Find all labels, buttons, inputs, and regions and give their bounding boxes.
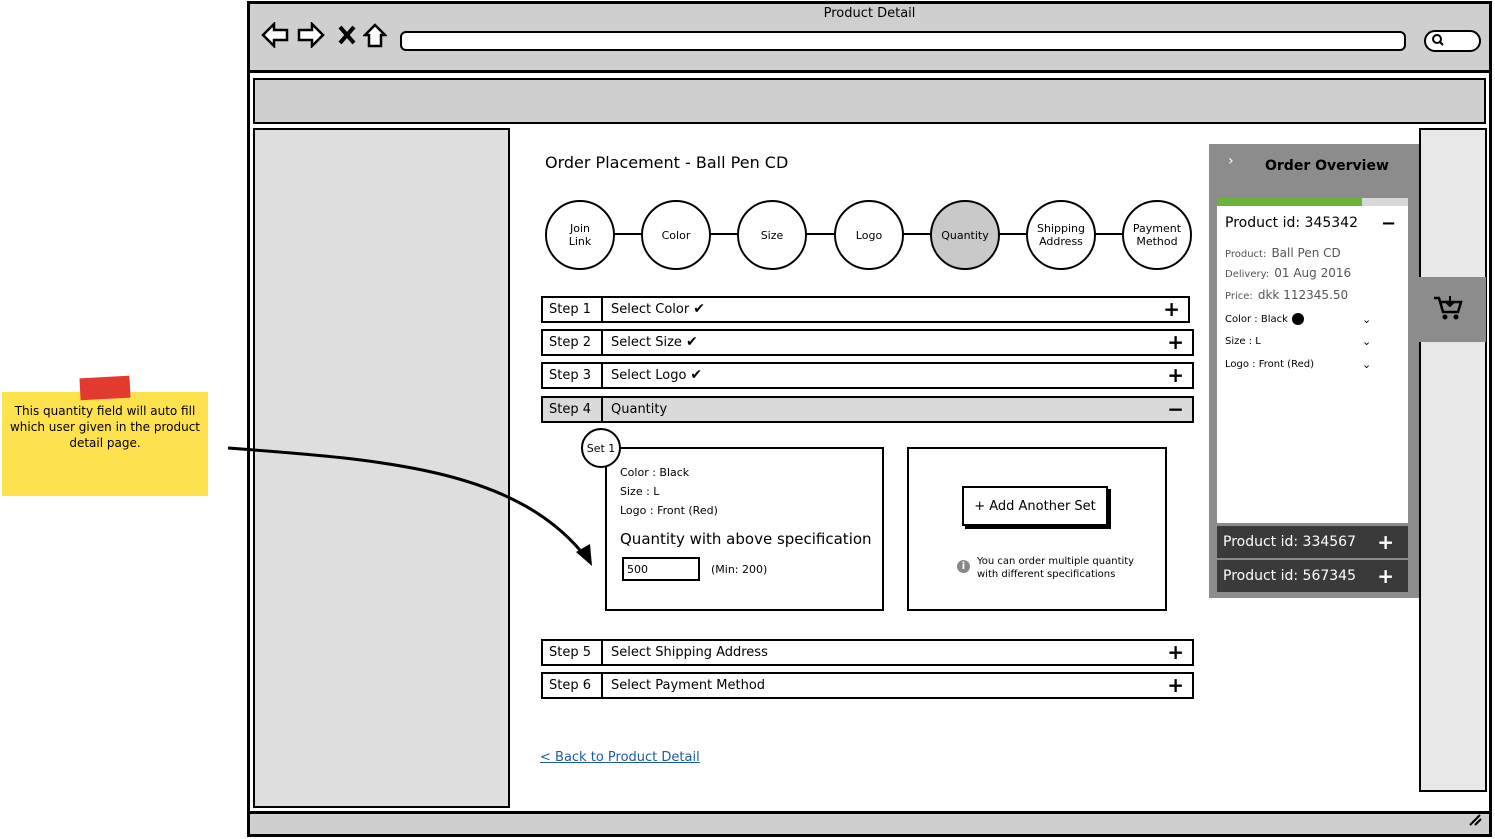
product-id: Product id: 345342: [1225, 215, 1358, 231]
cart-icon: [1432, 294, 1464, 326]
set-size: Size : L: [620, 485, 660, 498]
set-logo: Logo : Front (Red): [620, 504, 718, 517]
step-label: Quantity: [611, 402, 668, 417]
step-label: Select Payment Method: [611, 678, 766, 693]
stepper-color[interactable]: Color: [641, 200, 711, 270]
add-set-card: [907, 447, 1167, 611]
back-to-product-link[interactable]: < Back to Product Detail: [540, 750, 700, 765]
add-another-set-button[interactable]: + Add Another Set: [962, 486, 1108, 526]
product-row: Product: Ball Pen CD: [1225, 242, 1341, 261]
collapse-minus-icon[interactable]: −: [1167, 396, 1184, 422]
step-2-row[interactable]: Step 2 Select Size ✔ +: [541, 329, 1194, 356]
chevron-right-icon[interactable]: ›: [1228, 153, 1234, 169]
step-number: Step 6: [543, 674, 603, 697]
page-title: Order Placement - Ball Pen CD: [545, 153, 789, 172]
quantity-title: Quantity with above specification: [620, 530, 872, 548]
step-number: Step 4: [543, 398, 603, 421]
color-swatch: [1291, 313, 1304, 325]
stepper-connector: [1095, 233, 1123, 235]
expand-plus-icon[interactable]: +: [1167, 672, 1184, 698]
min-quantity-label: (Min: 200): [711, 563, 768, 576]
checkmark-icon: ✔: [693, 301, 705, 317]
collapse-minus-icon[interactable]: −: [1381, 213, 1396, 234]
expand-plus-icon[interactable]: +: [1377, 560, 1394, 592]
step-3-row[interactable]: Step 3 Select Logo ✔ +: [541, 362, 1194, 389]
delivery-label: Delivery:: [1225, 269, 1270, 280]
stepper-connector: [806, 233, 835, 235]
delivery-value: 01 Aug 2016: [1274, 266, 1352, 280]
order-overview-title: Order Overview: [1265, 158, 1389, 174]
price-value: dkk 112345.50: [1257, 288, 1349, 302]
step-label: Select Color: [611, 302, 690, 317]
stepper-join-link[interactable]: Join Link: [545, 200, 615, 270]
step-4-row[interactable]: Step 4 Quantity −: [541, 396, 1194, 423]
set-color: Color : Black: [620, 466, 690, 479]
overview-logo-option[interactable]: Logo : Front (Red): [1225, 359, 1314, 370]
expand-plus-icon[interactable]: +: [1377, 526, 1394, 558]
stepper-size[interactable]: Size: [737, 200, 807, 270]
step-label: Select Size: [611, 335, 682, 350]
overview-color-option[interactable]: Color : Black: [1225, 313, 1304, 325]
step-1-row[interactable]: Step 1 Select Color ✔ +: [541, 296, 1190, 323]
step-5-row[interactable]: Step 5 Select Shipping Address +: [541, 639, 1194, 666]
step-label: Select Logo: [611, 368, 687, 383]
price-label: Price:: [1225, 291, 1253, 302]
stepper-quantity[interactable]: Quantity: [930, 200, 1000, 270]
step-6-row[interactable]: Step 6 Select Payment Method +: [541, 672, 1194, 699]
stepper-shipping-address[interactable]: Shipping Address: [1026, 200, 1096, 270]
product-collapsed-row[interactable]: Product id: 334567 +: [1217, 526, 1408, 558]
overview-size-option[interactable]: Size : L: [1225, 336, 1261, 347]
progress-bar: [1217, 198, 1363, 206]
set-badge: Set 1: [581, 428, 621, 468]
quantity-input[interactable]: [622, 557, 700, 581]
step-label: Select Shipping Address: [611, 645, 768, 660]
stepper-connector: [614, 233, 642, 235]
chevron-down-icon[interactable]: ⌄: [1362, 335, 1371, 348]
expand-plus-icon[interactable]: +: [1167, 329, 1184, 355]
expand-plus-icon[interactable]: +: [1167, 639, 1184, 665]
expand-plus-icon[interactable]: +: [1163, 296, 1180, 322]
product-id: Product id: 334567: [1223, 534, 1356, 550]
stepper-connector: [999, 233, 1028, 235]
info-icon: i: [957, 560, 970, 573]
chevron-down-icon[interactable]: ⌄: [1362, 313, 1371, 326]
stepper-logo[interactable]: Logo: [834, 200, 904, 270]
step-number: Step 5: [543, 641, 603, 664]
product-value: Ball Pen CD: [1271, 246, 1341, 260]
step-number: Step 3: [543, 364, 603, 387]
cart-button[interactable]: [1410, 277, 1486, 342]
price-row: Price: dkk 112345.50: [1225, 284, 1348, 303]
delivery-row: Delivery: 01 Aug 2016: [1225, 262, 1351, 281]
checkmark-icon: ✔: [685, 334, 698, 350]
product-id: Product id: 567345: [1223, 568, 1356, 584]
stepper-connector: [903, 233, 931, 235]
product-label: Product:: [1225, 249, 1267, 260]
checkmark-icon: ✔: [690, 367, 703, 383]
chevron-down-icon[interactable]: ⌄: [1362, 358, 1371, 371]
expand-plus-icon[interactable]: +: [1167, 362, 1184, 388]
stepper-payment-method[interactable]: Payment Method: [1122, 200, 1192, 270]
step-number: Step 1: [543, 298, 603, 321]
product-collapsed-row[interactable]: Product id: 567345 +: [1217, 560, 1408, 592]
step-number: Step 2: [543, 331, 603, 354]
add-set-info-text: You can order multiple quantity with dif…: [977, 556, 1135, 580]
stepper-connector: [710, 233, 738, 235]
